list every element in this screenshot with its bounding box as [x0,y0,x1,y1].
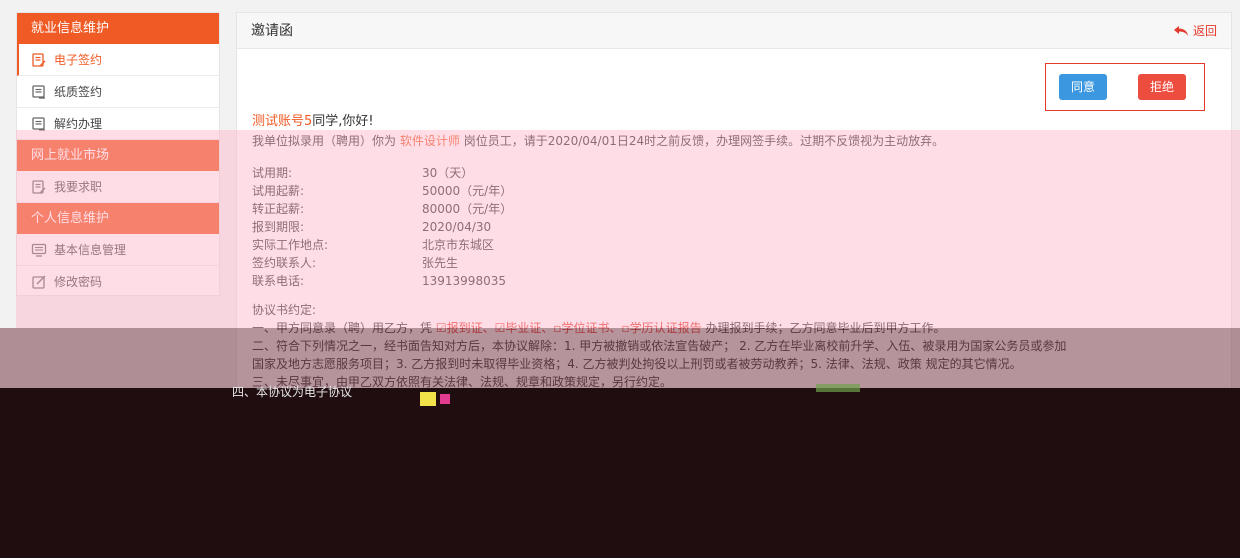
clause-3: 三、未尽事宜，由甲乙双方依照有关法律、法规、规章和政策规定，另行约定。 [252,375,673,389]
detail-label: 实际工作地点: [252,238,329,252]
sidebar-item-e-sign[interactable]: 电子签约 [17,44,219,76]
detail-label: 联系电话: [252,274,305,288]
document-icon [31,116,47,132]
edit-icon [31,274,47,290]
panel-header: 邀请函 返回 [237,13,1231,49]
account-name: 测试账号5 [252,114,313,129]
detail-label: 试用期: [252,166,293,180]
section-header-job-market: 网上就业市场 [17,140,219,171]
page-title: 邀请函 [251,23,293,39]
clause-1-prefix: 一、甲方同意录（聘）用乙方，凭 [252,321,433,335]
sidebar-item-label: 基本信息管理 [54,242,127,257]
clause-1: 一、甲方同意录（聘）用乙方，凭 ☑报到证、☑毕业证、▫学位证书、▫学历认证报告 … [252,319,1222,337]
sidebar-item-cancel-contract[interactable]: 解约办理 [17,108,219,140]
section-header-employment-info: 就业信息维护 [17,13,219,44]
detail-row: 实际工作地点: 北京市东城区 [252,236,1222,254]
detail-value: 50000（元/年） [422,184,513,198]
detail-row: 转正起薪: 80000（元/年） [252,200,1222,218]
detail-label: 签约联系人: [252,256,317,270]
back-label: 返回 [1192,24,1217,38]
intro-suffix: 岗位员工，请于2020/04/01日24时之前反馈，办理网签手续。过期不反馈视为… [463,134,945,148]
required-documents: ☑报到证、☑毕业证、▫学位证书、▫学历认证报告 [435,321,702,335]
detail-row: 试用期: 30（天） [252,164,1222,182]
sidebar-item-label: 电子签约 [54,52,103,67]
sidebar-item-label: 解约办理 [54,116,103,131]
clause-2: 二、符合下列情况之一，经书面告知对方后，本协议解除：1. 甲方被撤销或依法宣告破… [252,339,1067,353]
intro-prefix: 我单位拟录用（聘用）你为 [252,134,397,148]
sidebar-item-label: 纸质签约 [54,84,103,99]
clause-2-continued: 国家及地方志愿服务项目；3. 乙方报到时未取得毕业资格；4. 乙方被判处拘役以上… [252,357,1022,371]
agreement-title: 协议书约定: [252,303,317,317]
letter-content: 测试账号5同学,你好! 我单位拟录用（聘用）你为 软件设计师 岗位员工，请于20… [252,113,1222,391]
job-title: 软件设计师 [399,134,460,148]
back-link[interactable]: 返回 [1173,13,1217,49]
sidebar-item-label: 修改密码 [54,274,103,289]
detail-row: 试用起薪: 50000（元/年） [252,182,1222,200]
greeting: 测试账号5同学,你好! [252,113,1222,131]
sidebar-nav: 就业信息维护 电子签约 纸质签约 解约办理 网上就业市场 我要求职 个人信息维护… [16,12,220,296]
document-edit-icon [31,52,47,68]
detail-value: 张先生 [422,256,459,270]
sidebar-item-change-password[interactable]: 修改密码 [17,266,219,295]
detail-label: 试用起薪: [252,184,305,198]
agreement-terms: 协议书约定: 一、甲方同意录（聘）用乙方，凭 ☑报到证、☑毕业证、▫学位证书、▫… [252,301,1222,391]
sidebar-item-basic-info[interactable]: 基本信息管理 [17,234,219,266]
detail-row: 报到期限: 2020/04/30 [252,218,1222,236]
document-icon [31,84,47,100]
agree-button[interactable]: 同意 [1059,74,1108,100]
detail-value: 北京市东城区 [422,238,495,252]
section-header-personal-info: 个人信息维护 [17,203,219,234]
invitation-panel: 邀请函 返回 同意 拒绝 测试账号5同学,你好! 我单位拟录用（聘用）你为 软件… [236,12,1232,558]
monitor-icon [31,242,47,258]
reject-button[interactable]: 拒绝 [1138,74,1187,100]
sidebar-item-label: 我要求职 [54,179,103,194]
sidebar-item-paper-sign[interactable]: 纸质签约 [17,76,219,108]
intro-line: 我单位拟录用（聘用）你为 软件设计师 岗位员工，请于2020/04/01日24时… [252,132,1222,150]
detail-label: 转正起薪: [252,202,305,216]
document-edit-icon [31,179,47,195]
action-box: 同意 拒绝 [1045,63,1205,111]
greeting-suffix: 同学,你好! [312,114,374,129]
detail-label: 报到期限: [252,220,305,234]
detail-value: 13913998035 [422,274,506,288]
detail-value: 30（天） [422,166,474,180]
back-arrow-icon [1173,26,1188,36]
sidebar-item-job-search[interactable]: 我要求职 [17,171,219,203]
detail-row: 签约联系人: 张先生 [252,254,1222,272]
detail-value: 80000（元/年） [422,202,513,216]
detail-value: 2020/04/30 [422,220,492,234]
detail-row: 联系电话: 13913998035 [252,272,1222,290]
offer-details: 试用期: 30（天） 试用起薪: 50000（元/年） 转正起薪: 80000（元/年… [252,164,1222,290]
clause-1-suffix: 办理报到手续；乙方同意毕业后到甲方工作。 [705,321,946,335]
